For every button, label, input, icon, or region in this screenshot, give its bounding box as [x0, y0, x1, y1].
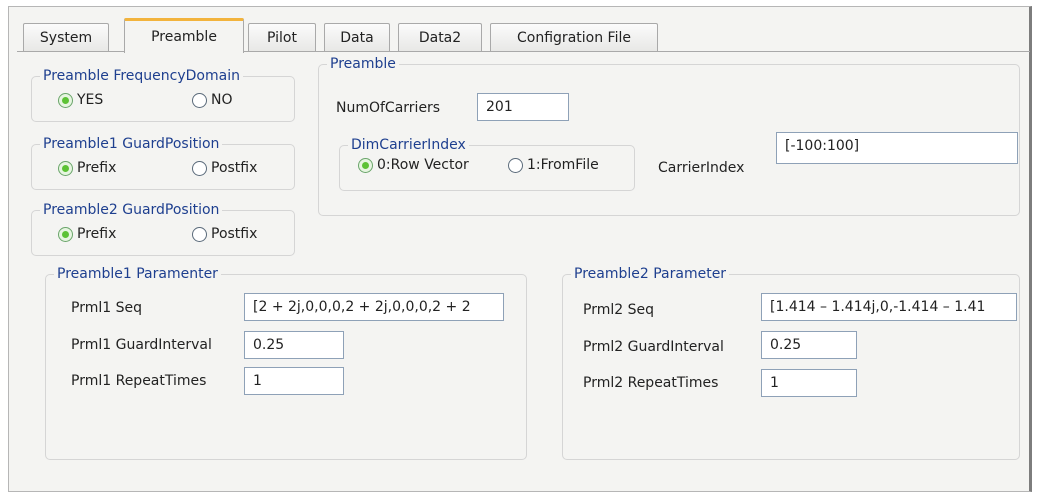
preamble-group: Preamble NumOfCarriers 201 DimCarrierInd… — [318, 55, 1020, 216]
guard1-postfix-radio[interactable]: Postfix — [192, 160, 257, 176]
freq-domain-group: Preamble FrequencyDomain YES NO — [31, 67, 295, 122]
tab-label: Preamble — [151, 29, 217, 45]
guard1-title: Preamble1 GuardPosition — [40, 135, 223, 153]
prml1-guard-interval-input[interactable]: 0.25 — [244, 331, 344, 359]
radio-unselected-icon — [192, 226, 207, 242]
prml2-seq-input[interactable]: [1.414 – 1.414j,0,-1.414 – 1.41 — [761, 293, 1017, 321]
preamble2-parameter-title: Preamble2 Parameter — [571, 265, 730, 283]
dim-carrier-index-title: DimCarrierIndex — [348, 136, 469, 154]
prml2-repeat-times-label: Prml2 RepeatTimes — [583, 375, 719, 391]
radio-label: NO — [211, 92, 233, 108]
tab-system[interactable]: System — [23, 23, 109, 51]
guard2-postfix-radio[interactable]: Postfix — [192, 226, 257, 242]
tab-pilot[interactable]: Pilot — [248, 23, 316, 51]
freq-yes-radio[interactable]: YES — [58, 92, 103, 108]
dim-row-vector-radio[interactable]: 0:Row Vector — [358, 157, 469, 173]
tab-label: Configration File — [517, 29, 631, 46]
freq-no-radio[interactable]: NO — [192, 92, 233, 108]
preamble1-parameter-title: Preamble1 Paramenter — [54, 265, 221, 283]
tab-data2[interactable]: Data2 — [398, 23, 482, 51]
radio-selected-icon — [58, 92, 73, 108]
prml1-guard-interval-label: Prml1 GuardInterval — [71, 337, 212, 353]
guard1-group: Preamble1 GuardPosition Prefix Postfix — [31, 135, 295, 190]
freq-domain-title: Preamble FrequencyDomain — [40, 67, 243, 85]
prml1-repeat-times-input[interactable]: 1 — [244, 367, 344, 395]
radio-label: YES — [77, 92, 104, 108]
guard1-prefix-radio[interactable]: Prefix — [58, 160, 116, 176]
radio-label: Prefix — [77, 160, 117, 176]
tab-label: Pilot — [267, 29, 297, 46]
tab-label: Data2 — [418, 29, 462, 46]
tab-label: System — [39, 29, 93, 46]
dim-carrier-index-group: DimCarrierIndex 0:Row Vector 1:FromFile — [339, 136, 635, 191]
prml1-seq-input[interactable]: [2 + 2j,0,0,0,2 + 2j,0,0,0,2 + 2 — [244, 293, 504, 321]
radio-unselected-icon — [192, 160, 207, 176]
radio-label: Postfix — [211, 226, 258, 242]
guard2-title: Preamble2 GuardPosition — [40, 201, 223, 219]
radio-label: Prefix — [77, 226, 117, 242]
radio-selected-icon — [58, 160, 73, 176]
radio-label: Postfix — [211, 160, 258, 176]
prml2-seq-label: Prml2 Seq — [583, 302, 654, 318]
carrier-index-label: CarrierIndex — [658, 160, 745, 176]
preamble1-parameter-group: Preamble1 Paramenter Prml1 Seq [2 + 2j,0… — [45, 265, 527, 460]
prml2-repeat-times-input[interactable]: 1 — [761, 369, 857, 397]
radio-selected-icon — [358, 157, 373, 173]
dim-from-file-radio[interactable]: 1:FromFile — [508, 157, 599, 173]
tab-label: Data — [340, 29, 374, 46]
prml2-guard-interval-label: Prml2 GuardInterval — [583, 339, 724, 355]
tab-data[interactable]: Data — [324, 23, 390, 51]
preamble-title: Preamble — [327, 55, 399, 73]
num-carriers-label: NumOfCarriers — [336, 100, 441, 116]
prml2-guard-interval-input[interactable]: 0.25 — [761, 331, 857, 359]
prml1-seq-label: Prml1 Seq — [71, 300, 142, 316]
radio-selected-icon — [58, 226, 73, 242]
preamble2-parameter-group: Preamble2 Parameter Prml2 Seq [1.414 – 1… — [562, 265, 1020, 460]
guard2-group: Preamble2 GuardPosition Prefix Postfix — [31, 201, 295, 256]
radio-label: 1:FromFile — [527, 157, 599, 173]
carrier-index-input[interactable]: [-100:100] — [776, 132, 1018, 164]
prml1-repeat-times-label: Prml1 RepeatTimes — [71, 373, 207, 389]
tab-configuration-file[interactable]: Configration File — [490, 23, 658, 51]
tab-preamble[interactable]: Preamble — [124, 18, 244, 53]
radio-label: 0:Row Vector — [377, 157, 469, 173]
dialog-window: System Preamble Pilot Data Data2 Configr… — [8, 6, 1032, 492]
num-carriers-input[interactable]: 201 — [477, 93, 569, 121]
radio-unselected-icon — [508, 157, 523, 173]
guard2-prefix-radio[interactable]: Prefix — [58, 226, 116, 242]
radio-unselected-icon — [192, 92, 207, 108]
